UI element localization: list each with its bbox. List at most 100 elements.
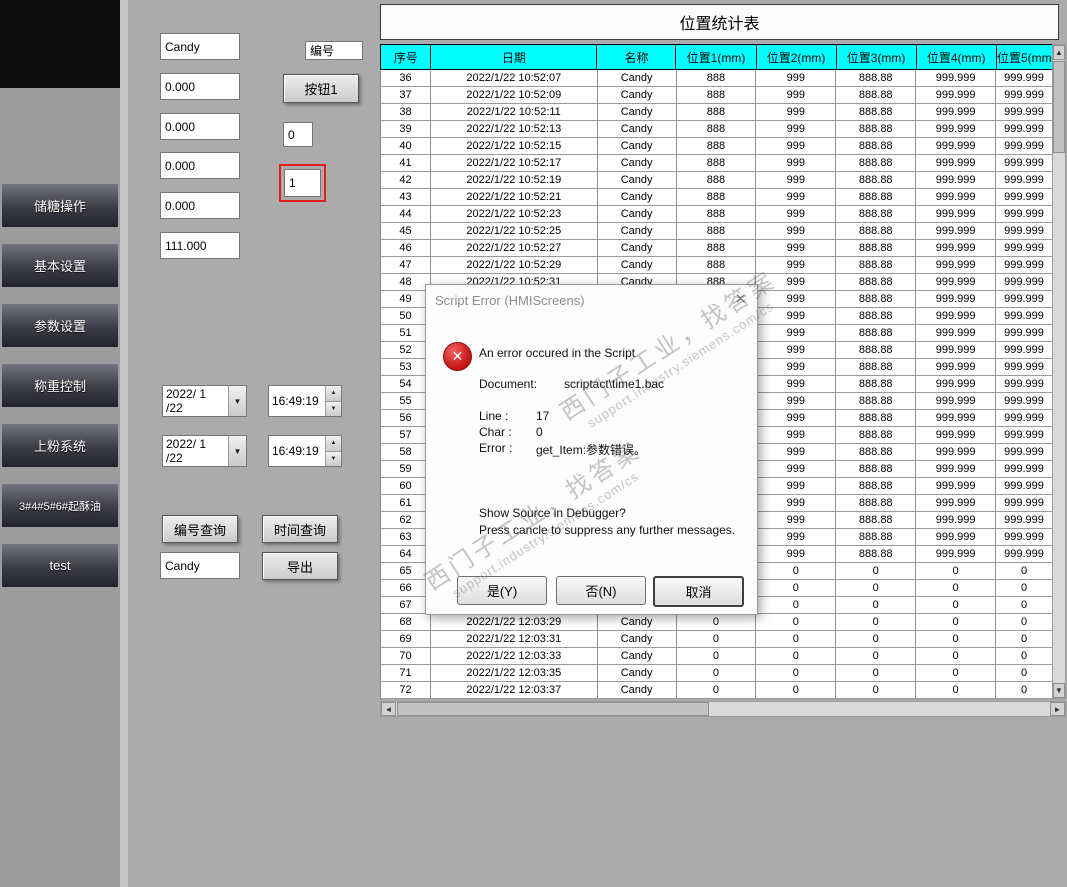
horizontal-scroll-thumb[interactable] (397, 702, 709, 716)
sidebar-item-sugar-storage[interactable]: 储糖操作 (1, 183, 119, 228)
table-cell: 999.999 (996, 478, 1052, 495)
spin-up-icon[interactable]: ▲ (326, 386, 341, 402)
product-name-input[interactable]: Candy (160, 33, 240, 60)
scroll-left-icon[interactable]: ◄ (381, 702, 396, 716)
table-cell: 36 (381, 70, 431, 87)
start-date-picker[interactable]: 2022/ 1 /22 ▼ (162, 385, 247, 417)
chevron-down-icon[interactable]: ▼ (228, 436, 246, 466)
table-cell: 999.999 (996, 529, 1052, 546)
yes-button[interactable]: 是(Y) (457, 576, 547, 605)
value-input-4[interactable]: 0.000 (160, 192, 240, 219)
table-cell: 999 (756, 512, 837, 529)
value-input-2[interactable]: 0.000 (160, 113, 240, 140)
header-pos3: 位置3(mm) (836, 44, 917, 70)
vertical-scroll-thumb[interactable] (1053, 61, 1065, 153)
table-cell: 999 (756, 87, 837, 104)
sidebar-item-shortening[interactable]: 3#4#5#6#起酥油 (1, 483, 119, 528)
end-time-picker[interactable]: 16:49:19 ▲ ▼ (268, 435, 342, 467)
chevron-down-icon[interactable]: ▼ (228, 386, 246, 416)
spin-down-icon[interactable]: ▼ (326, 451, 341, 466)
table-cell: 999.999 (996, 393, 1052, 410)
table-row: 45 2022/1/22 10:52:25 Candy 888 999 888.88 999… (381, 223, 1052, 240)
table-cell: 0 (756, 682, 837, 699)
table-cell: Candy (597, 648, 677, 665)
sidebar-item-test[interactable]: test (1, 543, 119, 588)
spin-down-icon[interactable]: ▼ (326, 401, 341, 416)
value-input-3[interactable]: 0.000 (160, 152, 240, 179)
table-cell: 69 (381, 631, 431, 648)
table-cell: 888.88 (836, 172, 917, 189)
table-cell: 999 (756, 359, 837, 376)
table-cell: 999.999 (996, 70, 1052, 87)
table-cell: 999 (756, 240, 837, 257)
table-cell: 888.88 (836, 87, 917, 104)
table-cell: 2022/1/22 10:52:25 (430, 223, 598, 240)
vertical-scrollbar[interactable]: ▲ ▼ (1052, 44, 1066, 699)
field-zero[interactable]: 0 (283, 122, 313, 147)
table-cell: 0 (996, 580, 1052, 597)
table-row: 42 2022/1/22 10:52:19 Candy 888 999 888.88 999… (381, 172, 1052, 189)
table-cell: 64 (381, 546, 431, 563)
horizontal-scrollbar[interactable]: ◄ ► (380, 701, 1066, 717)
table-cell: 0 (996, 563, 1052, 580)
id-number-field[interactable]: 编号 (305, 41, 363, 60)
table-cell: 888 (676, 104, 757, 121)
sidebar-divider (120, 0, 128, 887)
table-cell: 999.999 (916, 121, 997, 138)
table-cell: Candy (597, 223, 677, 240)
table-cell: 888 (676, 206, 757, 223)
table-cell: 72 (381, 682, 431, 699)
table-cell: 2022/1/22 10:52:07 (430, 70, 598, 87)
table-cell: 888.88 (836, 257, 917, 274)
table-cell: Candy (597, 172, 677, 189)
table-cell: Candy (597, 257, 677, 274)
table-cell: 2022/1/22 10:52:29 (430, 257, 598, 274)
start-time-picker[interactable]: 16:49:19 ▲ ▼ (268, 385, 342, 417)
button1[interactable]: 按钮1 (283, 74, 359, 103)
end-date-picker[interactable]: 2022/ 1 /22 ▼ (162, 435, 247, 467)
scroll-right-icon[interactable]: ► (1050, 702, 1065, 716)
value-input-1[interactable]: 0.000 (160, 73, 240, 100)
table-cell: 0 (916, 648, 997, 665)
search-name-input[interactable]: Candy (160, 552, 240, 579)
scroll-down-icon[interactable]: ▼ (1053, 683, 1065, 698)
cancel-button[interactable]: 取消 (653, 576, 744, 607)
error-message: An error occured in the Script (479, 346, 636, 360)
table-cell: 999 (756, 546, 837, 563)
query-by-time-button[interactable]: 时间查询 (262, 515, 338, 543)
close-icon[interactable]: ✕ (734, 290, 747, 308)
table-row: 47 2022/1/22 10:52:29 Candy 888 999 888.88 999… (381, 257, 1052, 274)
table-cell: Candy (597, 189, 677, 206)
table-cell: 999.999 (916, 274, 997, 291)
value-input-5[interactable]: 111.000 (160, 232, 240, 259)
start-time-value: 16:49:19 (272, 394, 319, 408)
sidebar-item-basic-settings[interactable]: 基本设置 (1, 243, 119, 288)
table-cell: 0 (836, 648, 917, 665)
spin-up-icon[interactable]: ▲ (326, 436, 341, 452)
table-row: 40 2022/1/22 10:52:15 Candy 888 999 888.88 999… (381, 138, 1052, 155)
table-cell: 888.88 (836, 393, 917, 410)
table-cell: 0 (676, 648, 757, 665)
scroll-up-icon[interactable]: ▲ (1053, 45, 1065, 60)
query-by-id-button[interactable]: 编号查询 (162, 515, 238, 543)
table-cell: 0 (996, 597, 1052, 614)
table-cell: 0 (916, 597, 997, 614)
export-button[interactable]: 导出 (262, 552, 338, 580)
cancel-note: Press cancle to suppress any further mes… (479, 523, 736, 537)
table-cell: 999 (756, 376, 837, 393)
sidebar-item-weighing-control[interactable]: 称重控制 (1, 363, 119, 408)
sidebar-item-parameter-settings[interactable]: 参数设置 (1, 303, 119, 348)
table-cell: 999.999 (916, 189, 997, 206)
table-cell: 2022/1/22 12:03:37 (430, 682, 598, 699)
table-cell: 70 (381, 648, 431, 665)
table-cell: 999.999 (996, 325, 1052, 342)
table-cell: 999 (756, 121, 837, 138)
sidebar-item-powder-system[interactable]: 上粉系统 (1, 423, 119, 468)
table-cell: 0 (836, 597, 917, 614)
table-cell: 999.999 (996, 155, 1052, 172)
table-title: 位置统计表 (380, 4, 1059, 40)
table-cell: 66 (381, 580, 431, 597)
table-cell: 999.999 (916, 359, 997, 376)
no-button[interactable]: 否(N) (556, 576, 646, 605)
selection-highlight (279, 164, 326, 202)
